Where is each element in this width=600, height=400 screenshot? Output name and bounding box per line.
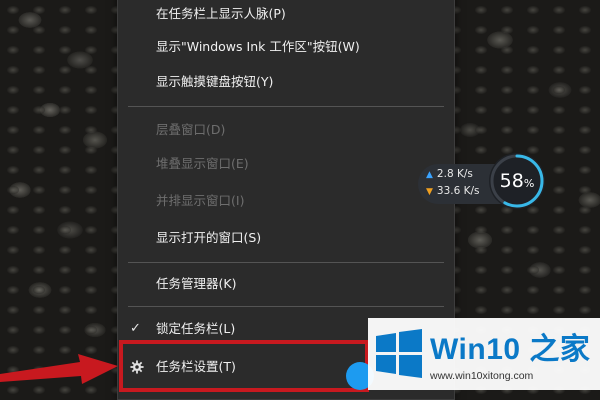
menu-separator (128, 106, 444, 107)
menu-item-windows-ink[interactable]: 显示"Windows Ink 工作区"按钮(W) (118, 31, 454, 63)
menu-item-task-manager[interactable]: 任务管理器(K) (118, 268, 454, 300)
menu-item-show-desktop[interactable]: 显示打开的窗口(S) (118, 222, 454, 254)
menu-item-label: 显示触摸键盘按钮(Y) (156, 74, 274, 89)
menu-item-label: 并排显示窗口(I) (156, 193, 245, 208)
download-speed: ▼ 33.6 K/s (426, 185, 480, 197)
watermark-brand: Win10 之家 (430, 333, 591, 366)
menu-item-touch-keyboard[interactable]: 显示触摸键盘按钮(Y) (118, 66, 454, 98)
menu-item-cascade-windows: 层叠窗口(D) (118, 114, 454, 146)
menu-item-stack-windows: 堆叠显示窗口(E) (118, 148, 454, 180)
menu-item-label: 显示打开的窗口(S) (156, 230, 262, 245)
highlight-box-annotation (119, 340, 369, 392)
upload-arrow-icon: ▲ (426, 170, 433, 180)
usage-number: 58 (499, 170, 524, 192)
menu-item-show-people[interactable]: 在任务栏上显示人脉(P) (118, 0, 454, 30)
memory-usage-value: 58% (487, 170, 547, 192)
upload-speed-value: 2.8 K/s (436, 168, 473, 180)
menu-item-label: 在任务栏上显示人脉(P) (156, 6, 286, 21)
windows-logo-icon (376, 329, 422, 378)
download-speed-value: 33.6 K/s (436, 185, 480, 197)
menu-item-label: 层叠窗口(D) (156, 122, 226, 137)
win10-watermark-logo: Win10 之家 www.win10xitong.com (368, 318, 600, 390)
usage-unit: % (523, 177, 535, 190)
watermark-url: www.win10xitong.com (430, 370, 534, 382)
menu-item-label: 堆叠显示窗口(E) (156, 156, 249, 171)
menu-separator (128, 262, 444, 263)
red-arrow-annotation (0, 354, 118, 384)
menu-item-label: 显示"Windows Ink 工作区"按钮(W) (156, 39, 360, 54)
menu-item-side-by-side: 并排显示窗口(I) (118, 185, 454, 217)
upload-speed: ▲ 2.8 K/s (426, 168, 473, 180)
download-arrow-icon: ▼ (426, 187, 433, 197)
menu-separator (128, 306, 444, 307)
menu-item-label: 任务管理器(K) (156, 276, 237, 291)
